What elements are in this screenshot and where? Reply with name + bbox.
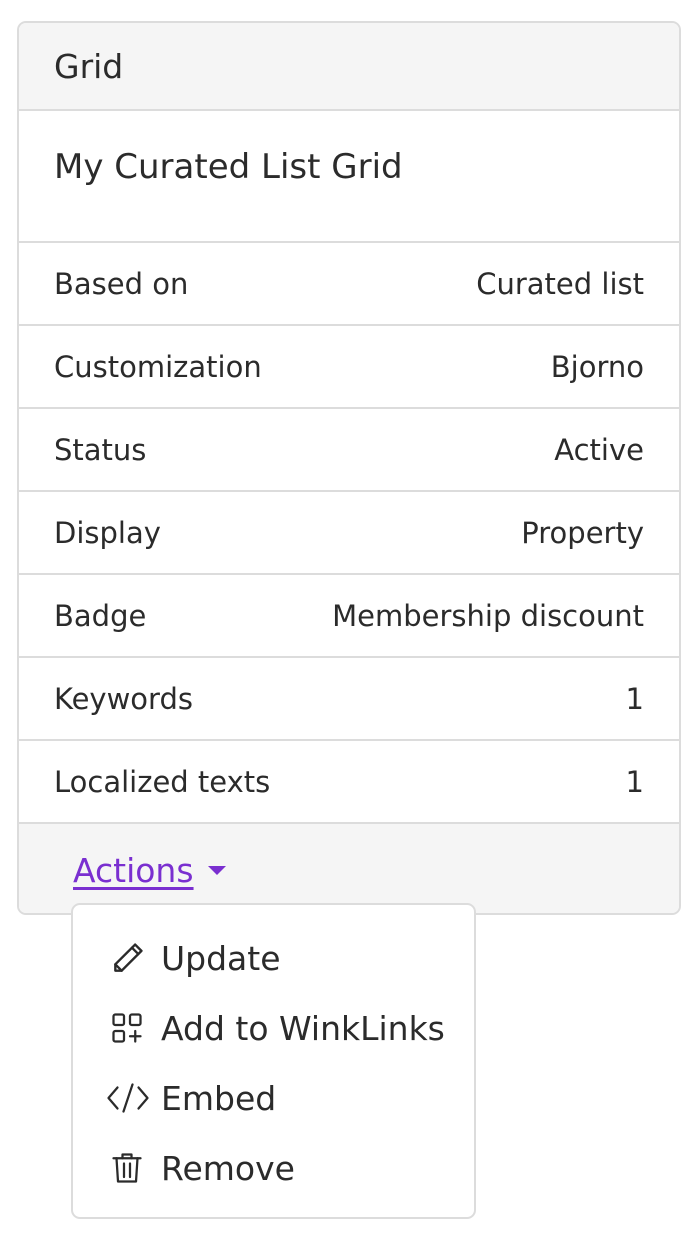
menu-item-remove[interactable]: Remove — [73, 1133, 474, 1203]
detail-row-customization: Customization Bjorno — [19, 326, 679, 409]
card-title-section: My Curated List Grid — [19, 111, 679, 243]
row-value: Curated list — [476, 266, 644, 301]
detail-row-based-on: Based on Curated list — [19, 243, 679, 326]
detail-row-localized-texts: Localized texts 1 — [19, 741, 679, 824]
caret-down-icon — [207, 866, 226, 875]
row-label: Display — [54, 515, 161, 550]
row-value: Membership discount — [332, 598, 644, 633]
menu-item-update[interactable]: Update — [73, 923, 474, 993]
detail-row-keywords: Keywords 1 — [19, 658, 679, 741]
row-label: Keywords — [54, 681, 193, 716]
row-label: Badge — [54, 598, 147, 633]
menu-item-label: Embed — [161, 1078, 277, 1118]
row-value: 1 — [625, 681, 644, 716]
grid-name: My Curated List Grid — [54, 147, 403, 187]
trash-icon — [109, 1149, 153, 1187]
row-value: Property — [521, 515, 644, 550]
actions-dropdown-toggle[interactable]: Actions — [73, 851, 226, 890]
actions-label: Actions — [73, 851, 194, 890]
row-label: Status — [54, 432, 147, 467]
detail-row-display: Display Property — [19, 492, 679, 575]
menu-item-label: Add to WinkLinks — [161, 1008, 445, 1048]
menu-item-label: Remove — [161, 1148, 295, 1188]
actions-dropdown-menu: Update Add to WinkLinks Embed Remove — [71, 903, 476, 1219]
code-icon — [105, 1079, 153, 1117]
card-header: Grid — [19, 23, 679, 111]
add-widget-icon — [109, 1009, 153, 1047]
row-label: Based on — [54, 266, 189, 301]
row-value: Active — [554, 432, 644, 467]
pencil-icon — [109, 939, 153, 977]
detail-row-badge: Badge Membership discount — [19, 575, 679, 658]
detail-row-status: Status Active — [19, 409, 679, 492]
row-label: Customization — [54, 349, 262, 384]
grid-details-card: Grid My Curated List Grid Based on Curat… — [17, 21, 681, 915]
row-value: Bjorno — [550, 349, 644, 384]
menu-item-embed[interactable]: Embed — [73, 1063, 474, 1133]
menu-item-label: Update — [161, 938, 281, 978]
card-footer: Actions — [19, 824, 679, 913]
row-label: Localized texts — [54, 764, 271, 799]
row-value: 1 — [625, 764, 644, 799]
menu-item-add-to-winklinks[interactable]: Add to WinkLinks — [73, 993, 474, 1063]
